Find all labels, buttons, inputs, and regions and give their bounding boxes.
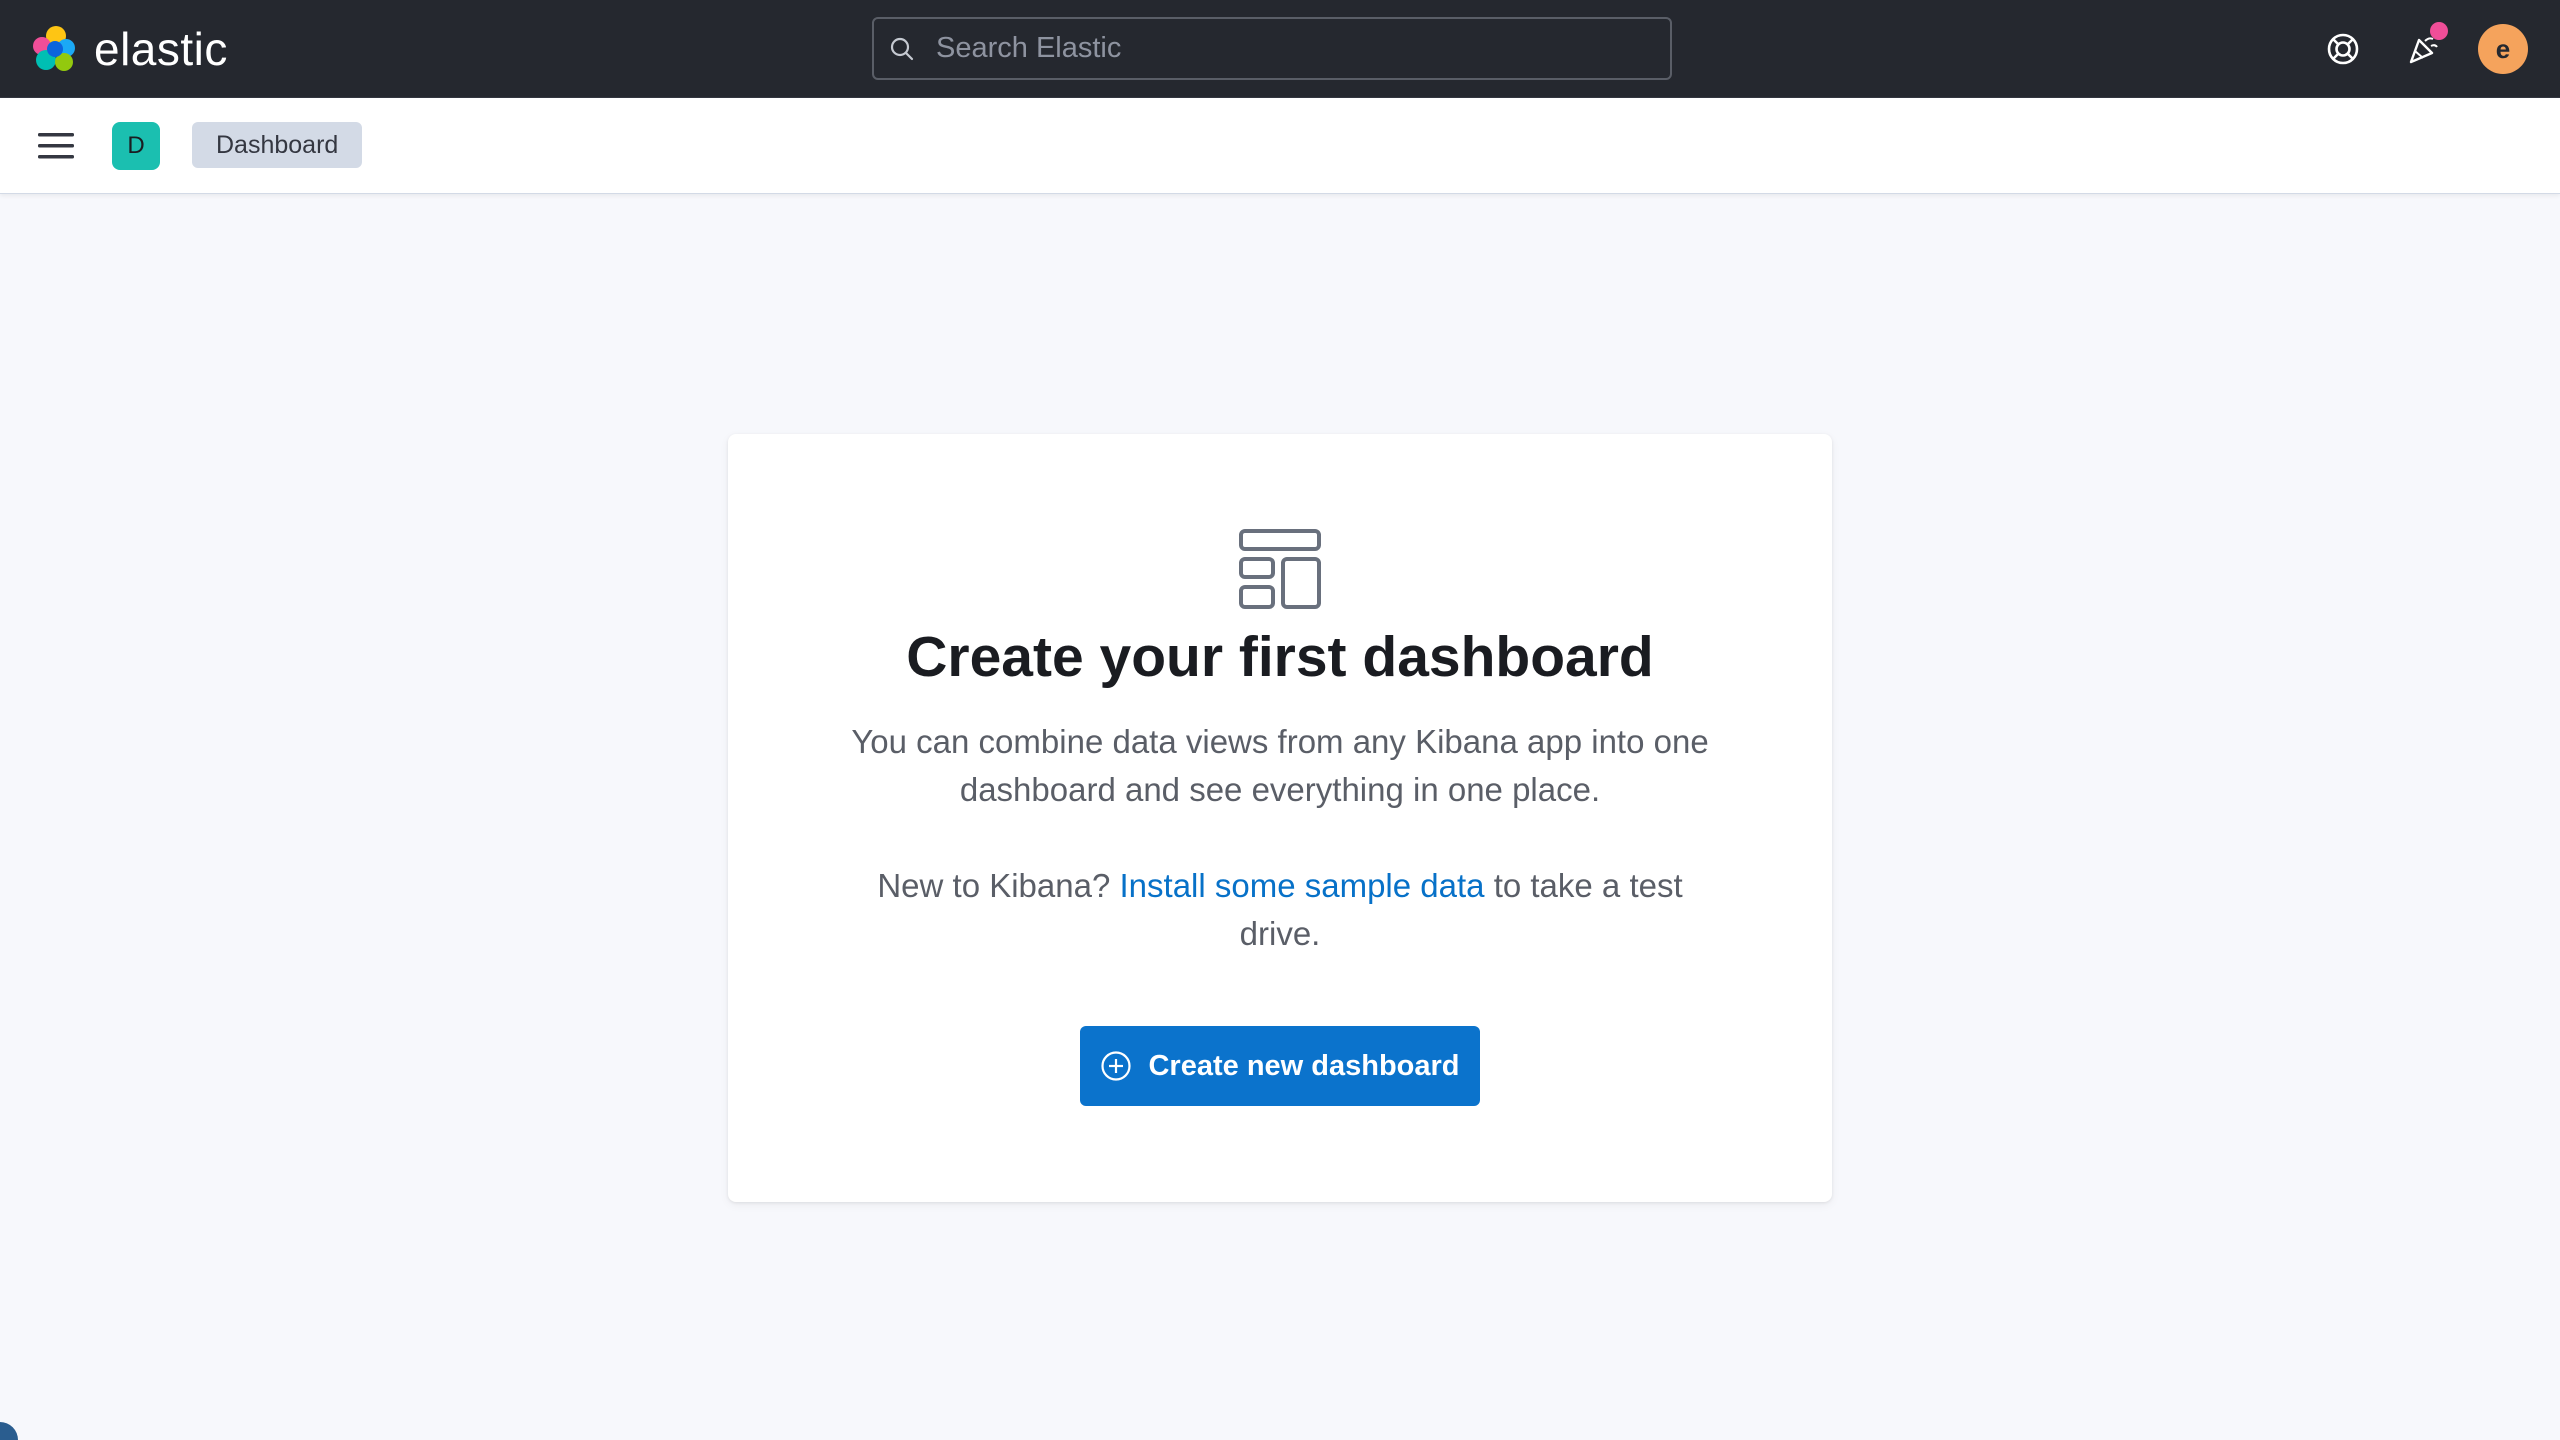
user-avatar[interactable]: e (2478, 24, 2528, 74)
breadcrumb-bar: D Dashboard (0, 98, 2560, 194)
plus-in-circle-icon (1101, 1051, 1132, 1081)
breadcrumb-dashboard: Dashboard (192, 122, 363, 168)
sample-data-prefix: New to Kibana? (877, 867, 1111, 904)
help-lifebuoy-icon (2327, 33, 2359, 65)
window-corner (0, 1422, 18, 1440)
top-header: elastic Search Elastic e (0, 0, 2560, 98)
create-new-dashboard-label: Create new dashboard (1148, 1049, 1460, 1082)
notification-badge (2430, 22, 2448, 40)
elastic-logo[interactable]: elastic (30, 22, 228, 76)
create-new-dashboard-button[interactable]: Create new dashboard (1080, 1026, 1480, 1106)
empty-prompt-description: You can combine data views from any Kiba… (851, 723, 1709, 808)
nav-menu-button[interactable] (36, 126, 76, 166)
search-input[interactable] (936, 32, 1636, 65)
empty-prompt-card: Create your first dashboard You can comb… (728, 434, 1832, 1202)
news-button[interactable] (2396, 22, 2450, 76)
hamburger-icon (38, 133, 74, 159)
kibana-app: elastic Search Elastic e D Dashboard Cre… (0, 0, 2560, 1440)
global-search[interactable] (872, 17, 1672, 80)
empty-prompt-title: Create your first dashboard (906, 625, 1654, 689)
elastic-logo-icon (33, 26, 75, 71)
install-sample-data-link[interactable]: Install some sample data (1120, 867, 1485, 904)
sample-data-hint: New to Kibana? Install some sample data … (848, 862, 1712, 958)
brand-name: elastic (94, 23, 228, 75)
search-icon (890, 37, 914, 60)
space-avatar[interactable]: D (112, 122, 160, 170)
dashboard-layout-icon (1239, 529, 1321, 609)
help-button[interactable] (2316, 22, 2370, 76)
